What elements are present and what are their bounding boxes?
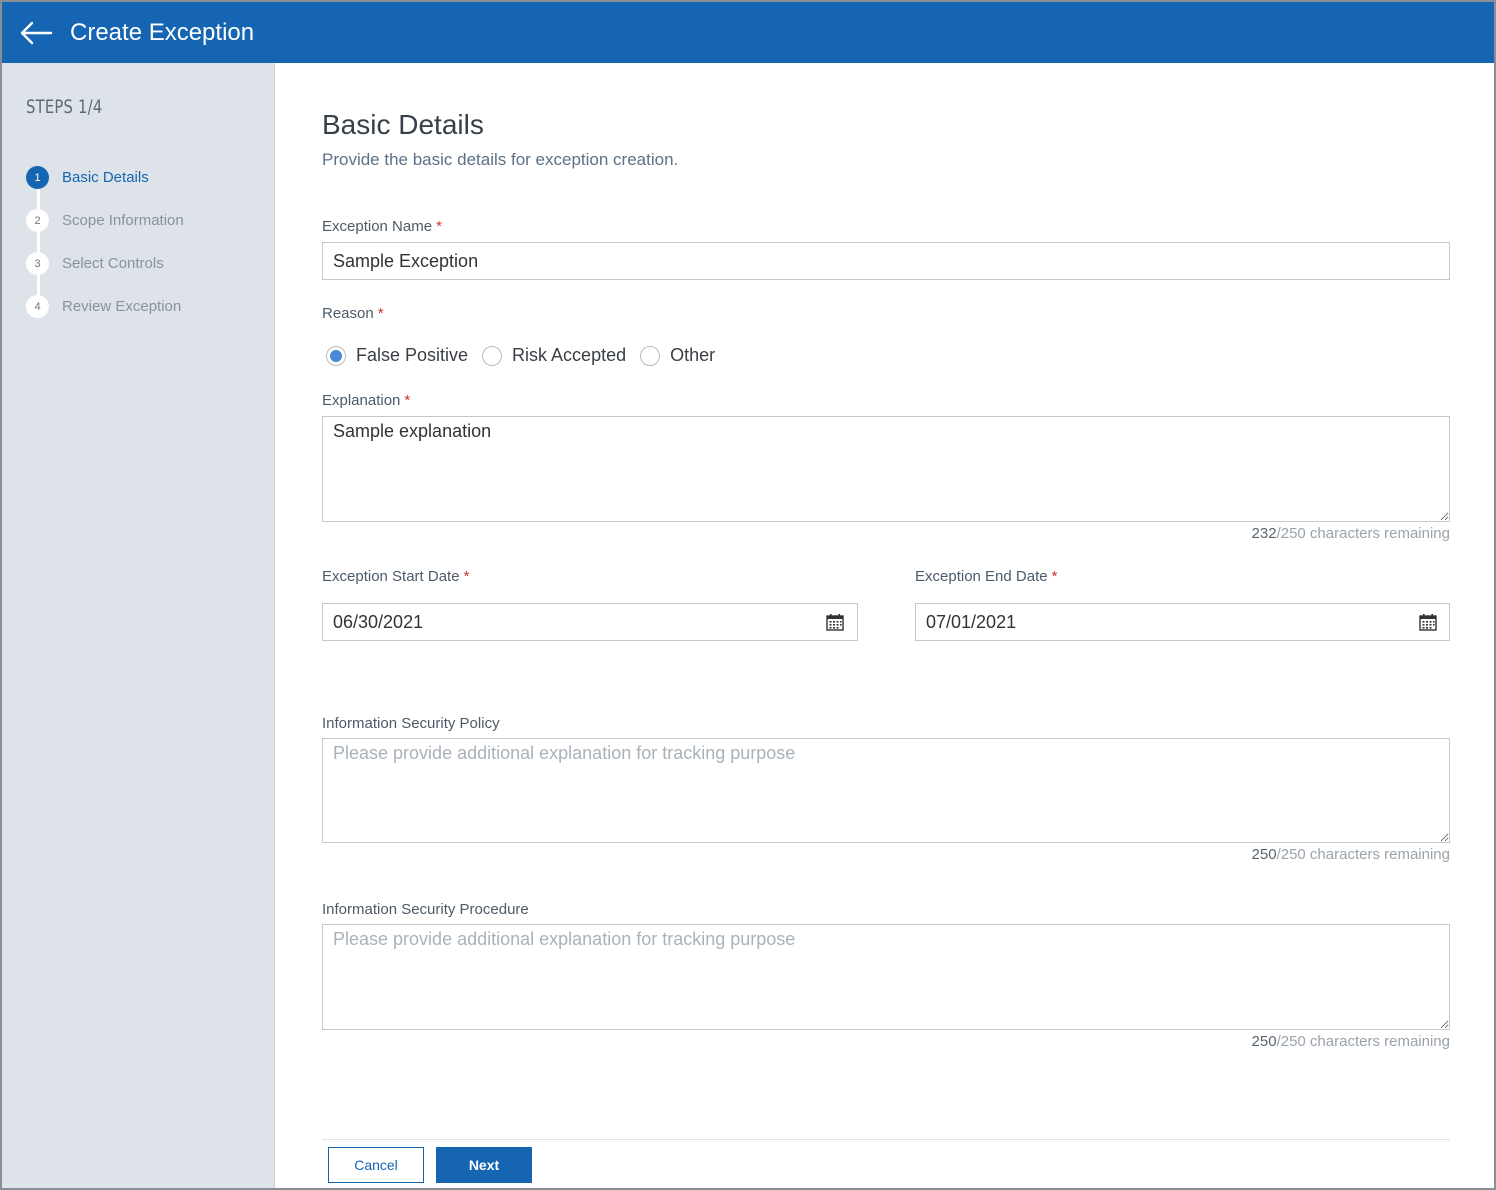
calendar-icon[interactable] <box>1419 614 1437 631</box>
end-date-label: Exception End Date * <box>915 568 1057 585</box>
chars-remaining-count: 232 <box>1251 525 1277 542</box>
steps-sidebar: STEPS 1/4 1 Basic Details 2 Scope Inform… <box>2 63 275 1188</box>
explanation-label-text: Explanation <box>322 392 401 409</box>
exception-name-label: Exception Name * <box>322 218 442 235</box>
exception-name-input[interactable] <box>322 242 1450 280</box>
arrow-left-icon <box>20 21 53 44</box>
explanation-textarea[interactable]: Sample explanation <box>322 416 1450 522</box>
step-label: Basic Details <box>62 169 149 186</box>
radio-unchecked-indicator[interactable] <box>640 345 661 366</box>
radio-label: False Positive <box>356 345 469 365</box>
step-label: Review Exception <box>62 298 182 315</box>
start-date-input[interactable] <box>322 603 858 641</box>
chars-remaining-suffix: /250 characters remaining <box>1276 525 1450 542</box>
footer-divider <box>322 1139 1450 1140</box>
chars-remaining-count: 250 <box>1251 1033 1277 1050</box>
step-scope-information[interactable]: 2 Scope Information <box>26 209 184 232</box>
chars-remaining-suffix: /250 characters remaining <box>1276 846 1450 863</box>
next-button[interactable]: Next <box>436 1147 532 1183</box>
step-label: Select Controls <box>62 255 164 272</box>
required-asterisk: * <box>377 305 384 322</box>
radio-checked-indicator[interactable] <box>326 345 346 366</box>
required-asterisk: * <box>404 392 411 409</box>
step-basic-details[interactable]: 1 Basic Details <box>26 166 149 189</box>
back-button[interactable] <box>16 13 56 53</box>
required-asterisk: * <box>463 568 470 585</box>
page-header-title: Create Exception <box>70 18 255 46</box>
chars-remaining-suffix: /250 characters remaining <box>1276 1033 1450 1050</box>
policy-label: Information Security Policy <box>322 715 500 732</box>
reason-radio-other[interactable]: Other <box>640 345 715 366</box>
cancel-button[interactable]: Cancel <box>328 1147 424 1183</box>
app-header: Create Exception <box>2 2 1494 63</box>
page-title: Basic Details <box>322 109 484 140</box>
required-asterisk: * <box>436 218 442 235</box>
end-date-label-text: Exception End Date <box>915 568 1048 585</box>
page-subtitle: Provide the basic details for exception … <box>322 150 679 169</box>
calendar-icon[interactable] <box>826 614 844 631</box>
chars-remaining-count: 250 <box>1251 846 1277 863</box>
start-date-label-text: Exception Start Date <box>322 568 460 585</box>
reason-radio-risk-accepted[interactable]: Risk Accepted <box>482 345 626 366</box>
steps-connector-line <box>37 177 40 305</box>
radio-label: Other <box>670 345 716 365</box>
radio-label: Risk Accepted <box>512 345 627 365</box>
steps-progress-label: STEPS 1/4 <box>26 96 103 118</box>
reason-label: Reason * <box>322 305 384 322</box>
policy-char-counter: 250/250 characters remaining <box>1252 846 1450 863</box>
explanation-char-counter: 232/250 characters remaining <box>1252 525 1450 542</box>
step-number-badge: 2 <box>26 209 49 232</box>
exception-name-label-text: Exception Name <box>322 218 433 235</box>
reason-radio-false-positive[interactable]: False Positive <box>326 345 468 366</box>
step-review-exception[interactable]: 4 Review Exception <box>26 295 181 318</box>
policy-textarea[interactable] <box>322 738 1450 843</box>
step-select-controls[interactable]: 3 Select Controls <box>26 252 164 275</box>
procedure-label: Information Security Procedure <box>322 901 529 918</box>
step-number-badge: 4 <box>26 295 49 318</box>
end-date-input[interactable] <box>915 603 1450 641</box>
step-number-badge: 3 <box>26 252 49 275</box>
reason-label-text: Reason <box>322 305 374 322</box>
required-asterisk: * <box>1051 568 1058 585</box>
procedure-char-counter: 250/250 characters remaining <box>1252 1033 1450 1050</box>
start-date-label: Exception Start Date * <box>322 568 469 585</box>
step-label: Scope Information <box>62 212 184 229</box>
step-number-badge: 1 <box>26 166 49 189</box>
explanation-label: Explanation * <box>322 392 410 409</box>
radio-unchecked-indicator[interactable] <box>482 345 503 366</box>
reason-radio-group: False Positive Risk Accepted Other <box>326 345 729 366</box>
procedure-textarea[interactable] <box>322 924 1450 1030</box>
